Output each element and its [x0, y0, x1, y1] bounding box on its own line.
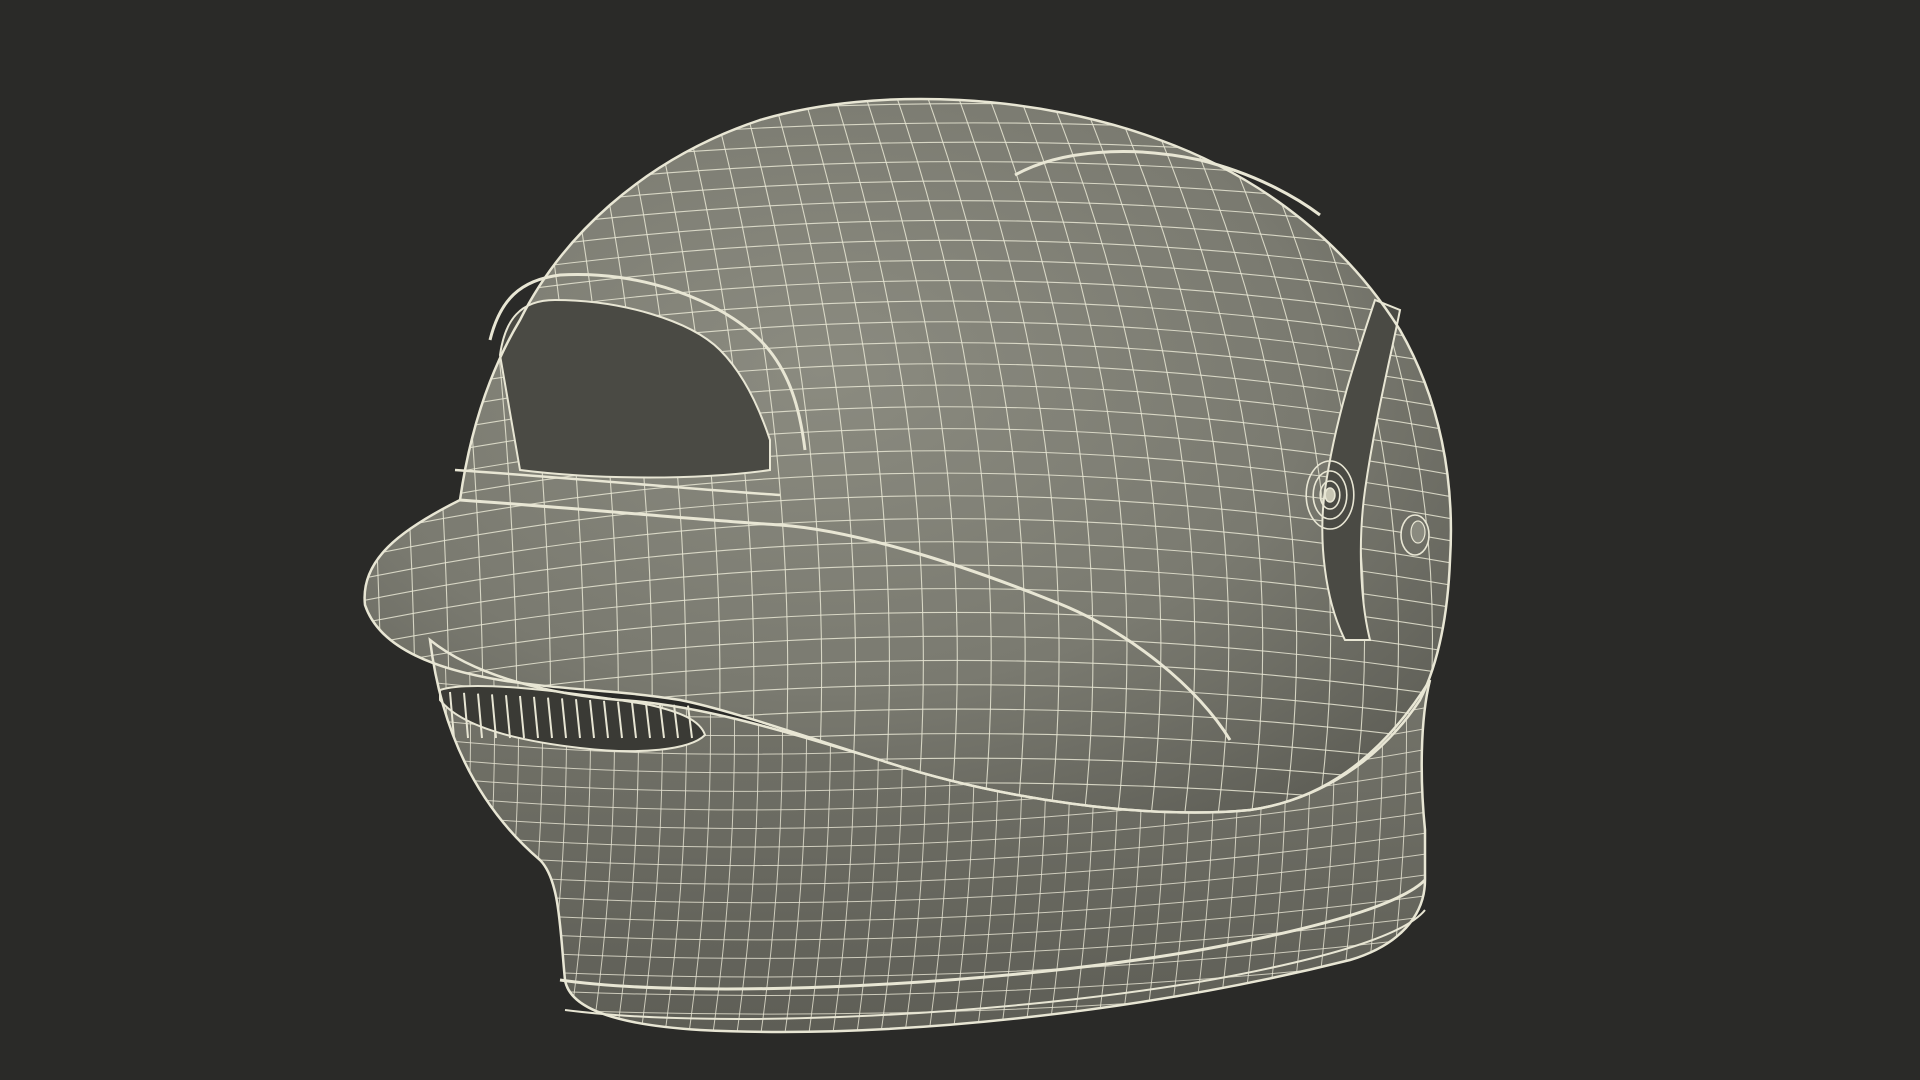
visor-pivot-disc — [1305, 460, 1355, 530]
pivot-ring — [1324, 487, 1336, 503]
render-viewport — [0, 0, 1920, 1080]
rear-button-inner — [1410, 520, 1426, 544]
rear-button — [1400, 514, 1430, 556]
helmet-wireframe-render — [0, 0, 1920, 1080]
